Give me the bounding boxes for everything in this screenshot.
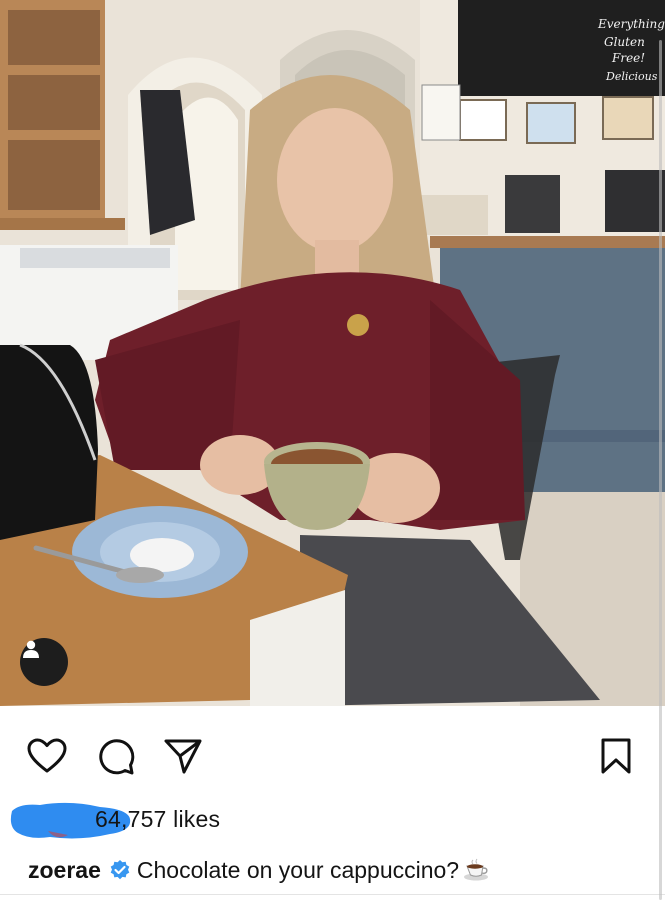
post-divider xyxy=(0,894,665,895)
share-button[interactable] xyxy=(161,734,205,778)
svg-text:Gluten: Gluten xyxy=(604,35,645,49)
chalkboard-text: Everything xyxy=(597,17,665,31)
caption-text: Chocolate on your cappuccino? xyxy=(136,856,460,883)
post-caption: zoerae Chocolate on your cappuccino? xyxy=(28,852,490,888)
svg-text:Delicious: Delicious xyxy=(605,70,658,83)
tagged-people-button[interactable] xyxy=(20,638,68,686)
coffee-cup-icon xyxy=(464,858,489,881)
verified-badge-icon xyxy=(110,860,130,880)
paper-plane-icon xyxy=(164,739,202,774)
instagram-post: Everything Gluten Free! Delicious 64,757… xyxy=(0,0,665,900)
save-button[interactable] xyxy=(594,734,638,778)
caption-username[interactable]: zoerae xyxy=(28,857,101,884)
comment-button[interactable] xyxy=(94,734,138,778)
comment-icon xyxy=(99,739,135,775)
svg-text:Free!: Free! xyxy=(611,51,645,65)
bookmark-icon xyxy=(601,738,631,774)
scrollbar[interactable] xyxy=(659,40,662,900)
post-action-bar xyxy=(0,728,665,786)
post-photo[interactable]: Everything Gluten Free! Delicious xyxy=(0,0,665,706)
likes-count[interactable]: 64,757 likes xyxy=(95,806,220,833)
cafe-scene: Everything Gluten Free! Delicious xyxy=(0,0,665,706)
like-button[interactable] xyxy=(25,734,69,778)
likes-row: 64,757 likes xyxy=(0,796,665,846)
heart-icon xyxy=(27,738,67,773)
person-icon xyxy=(23,640,39,658)
